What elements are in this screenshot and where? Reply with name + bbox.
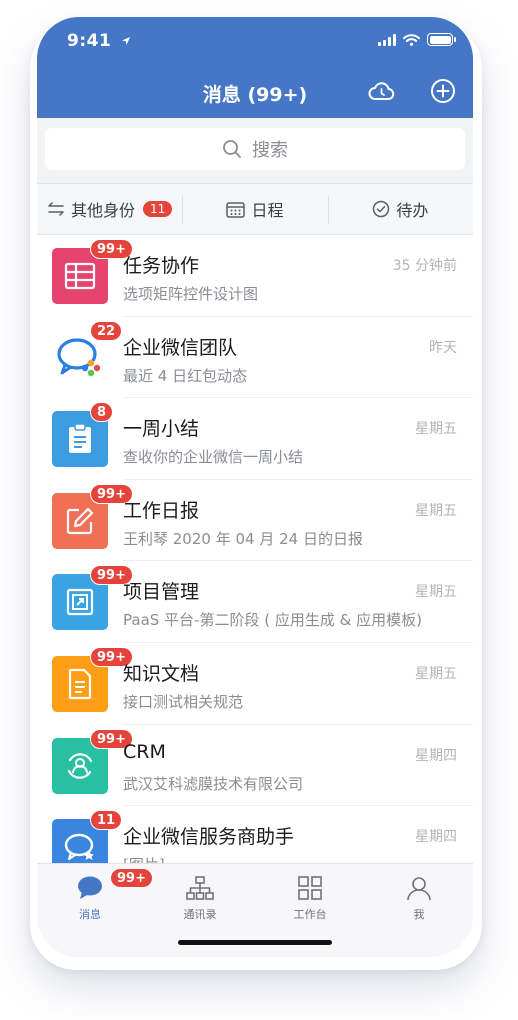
unread-badge: 11 bbox=[90, 810, 123, 831]
tab-other-identity[interactable]: 其他身份 11 bbox=[37, 184, 182, 234]
check-circle-icon bbox=[373, 200, 390, 218]
workbench-grid-icon bbox=[298, 876, 322, 900]
message-preview: 接口测试相关规范 bbox=[123, 692, 244, 711]
message-item-knowledge-docs[interactable]: 99+ 知识文档 接口测试相关规范 星期五 bbox=[37, 643, 473, 725]
message-title: 项目管理 bbox=[123, 581, 200, 604]
message-preview: 最近 4 日红包动态 bbox=[123, 366, 248, 385]
message-item-wecom-team[interactable]: 22 企业微信团队 最近 4 日红包动态 昨天 bbox=[37, 317, 473, 399]
tab-label: 待办 bbox=[396, 201, 429, 220]
tab-schedule[interactable]: 日程 bbox=[182, 184, 327, 234]
message-preview: 王利琴 2020 年 04 月 24 日的日报 bbox=[123, 529, 363, 548]
message-time: 星期四 bbox=[415, 747, 457, 764]
tabbar-item-contacts[interactable]: 通讯录 bbox=[170, 874, 230, 922]
unread-badge: 8 bbox=[90, 402, 114, 423]
quick-tabs: 其他身份 11 日程 待办 bbox=[37, 183, 473, 235]
signal-icon bbox=[378, 33, 396, 46]
search-icon bbox=[223, 140, 241, 158]
status-bar-time: 9:41 bbox=[67, 31, 131, 51]
chat-bubble-icon bbox=[78, 876, 102, 899]
message-time: 星期五 bbox=[415, 502, 457, 519]
home-indicator bbox=[178, 940, 332, 945]
tab-todo[interactable]: 待办 bbox=[327, 184, 473, 234]
message-preview: 查收你的企业微信一周小结 bbox=[123, 448, 304, 467]
message-title: 任务协作 bbox=[123, 255, 200, 277]
plus-circle-icon bbox=[431, 79, 455, 103]
app-header: 9:41 消息 (99+) bbox=[37, 17, 473, 118]
tab-label: 日程 bbox=[251, 201, 284, 220]
switch-arrows-icon bbox=[48, 202, 64, 216]
tabbar-label: 工作台 bbox=[293, 908, 327, 921]
tabbar-label: 通讯录 bbox=[183, 908, 217, 921]
message-item-service-assistant[interactable]: 11 企业微信服务商助手 [图片] 星期四 bbox=[37, 806, 473, 863]
tabbar-badge: 99+ bbox=[110, 868, 153, 888]
message-preview: 选项矩阵控件设计图 bbox=[123, 285, 259, 303]
message-item-daily-report[interactable]: 99+ 工作日报 王利琴 2020 年 04 月 24 日的日报 星期五 bbox=[37, 480, 473, 562]
message-preview: [图片] bbox=[123, 854, 165, 863]
message-time: 星期五 bbox=[415, 665, 457, 682]
wifi-icon bbox=[403, 33, 420, 46]
person-icon bbox=[407, 877, 431, 901]
status-time-text: 9:41 bbox=[67, 31, 112, 51]
message-time: 星期四 bbox=[415, 829, 457, 846]
message-time: 星期五 bbox=[415, 421, 457, 438]
tabbar-label: 我 bbox=[413, 908, 425, 921]
message-item-crm[interactable]: 99+ CRM 武汉艾科滤膜技术有限公司 星期四 bbox=[37, 725, 473, 807]
cloud-sync-button[interactable] bbox=[367, 77, 395, 105]
add-button[interactable] bbox=[429, 77, 457, 105]
page-title: 消息 (99+) bbox=[202, 84, 308, 106]
phone-screen: 9:41 消息 (99+) 搜索 其他身份 11 日程 待办 99+ 任务协作 … bbox=[37, 17, 473, 957]
tab-label: 其他身份 bbox=[71, 201, 136, 220]
status-indicators bbox=[378, 33, 456, 46]
message-title: 企业微信团队 bbox=[123, 336, 238, 359]
tabbar-label: 消息 bbox=[79, 908, 101, 921]
message-time: 星期五 bbox=[415, 584, 457, 601]
message-item-weekly-summary[interactable]: 8 一周小结 查收你的企业微信一周小结 星期五 bbox=[37, 398, 473, 480]
cloud-icon bbox=[368, 82, 395, 100]
message-title: 知识文档 bbox=[123, 662, 200, 685]
message-list: 99+ 任务协作 选项矩阵控件设计图 35 分钟前 22 企业微信团队 最近 4… bbox=[37, 235, 473, 863]
message-time: 昨天 bbox=[429, 339, 457, 356]
message-title: 企业微信服务商助手 bbox=[123, 826, 295, 849]
message-title: 工作日报 bbox=[123, 499, 200, 522]
tabbar-item-workbench[interactable]: 工作台 bbox=[280, 874, 340, 922]
message-time: 35 分钟前 bbox=[392, 258, 457, 274]
org-chart-icon bbox=[186, 876, 214, 900]
search-placeholder: 搜索 bbox=[252, 140, 288, 161]
location-arrow-icon bbox=[121, 37, 130, 45]
message-title: CRM bbox=[123, 740, 166, 763]
tabbar-item-me[interactable]: 我 bbox=[389, 874, 449, 922]
message-item-project[interactable]: 99+ 项目管理 PaaS 平台-第二阶段 ( 应用生成 & 应用模板) 星期五 bbox=[37, 561, 473, 643]
message-preview: 武汉艾科滤膜技术有限公司 bbox=[123, 774, 304, 793]
tabbar-item-messages[interactable]: 消息 99+ bbox=[60, 868, 153, 922]
message-title: 一周小结 bbox=[123, 418, 200, 441]
tab-badge: 11 bbox=[143, 201, 173, 217]
unread-badge: 22 bbox=[90, 320, 123, 341]
message-item-task[interactable]: 99+ 任务协作 选项矩阵控件设计图 35 分钟前 bbox=[37, 235, 473, 317]
battery-icon bbox=[427, 33, 456, 46]
calendar-icon bbox=[226, 201, 246, 218]
message-preview: PaaS 平台-第二阶段 ( 应用生成 & 应用模板) bbox=[123, 611, 422, 630]
search-bar[interactable]: 搜索 bbox=[45, 128, 465, 170]
